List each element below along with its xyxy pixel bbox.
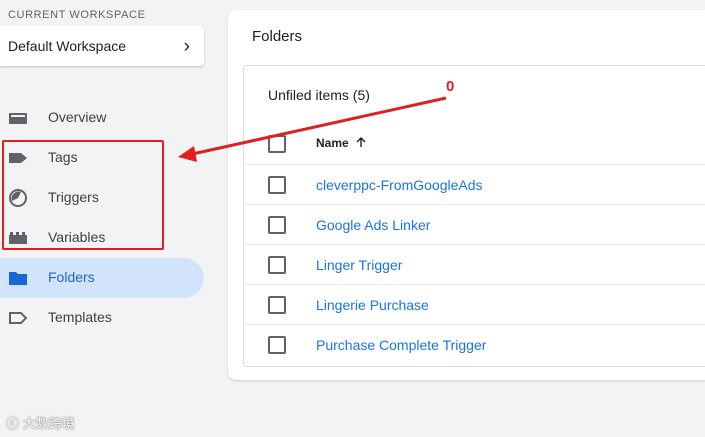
table-row: Linger Trigger: [244, 244, 705, 285]
item-link[interactable]: cleverppc-FromGoogleAds: [316, 177, 483, 193]
sidebar-item-label: Overview: [48, 109, 107, 125]
row-checkbox[interactable]: [268, 216, 286, 234]
watermark: ⓒ 大数跨境: [6, 413, 75, 432]
page-title: Folders: [252, 28, 303, 45]
item-link[interactable]: Google Ads Linker: [316, 217, 430, 233]
sidebar-item-label: Templates: [48, 309, 112, 325]
folder-card-unfiled: Unfiled items (5) Name cleverppc-FromGoo…: [243, 65, 705, 367]
sidebar-item-folders[interactable]: Folders: [0, 258, 204, 298]
main-panel: Folders Unfiled items (5) Name cleverppc…: [228, 10, 705, 380]
select-all-checkbox[interactable]: [268, 135, 286, 153]
workspace-section-label: CURRENT WORKSPACE: [8, 9, 146, 21]
row-checkbox[interactable]: [268, 256, 286, 274]
item-link[interactable]: Linger Trigger: [316, 257, 402, 273]
folder-icon: [8, 268, 28, 288]
item-link[interactable]: Purchase Complete Trigger: [316, 337, 486, 353]
watermark-logo-icon: ⓒ: [6, 416, 23, 431]
chevron-right-icon: ›: [183, 35, 190, 57]
table-row: cleverppc-FromGoogleAds: [244, 164, 705, 205]
arrow-up-icon: [356, 136, 366, 150]
workspace-name: Default Workspace: [8, 38, 127, 54]
row-checkbox[interactable]: [268, 296, 286, 314]
watermark-text: 大数跨境: [22, 416, 75, 431]
sidebar-item-label: Folders: [48, 269, 95, 285]
annotation-number: 0: [446, 78, 455, 95]
table-row: Lingerie Purchase: [244, 284, 705, 325]
row-checkbox[interactable]: [268, 176, 286, 194]
item-link[interactable]: Lingerie Purchase: [316, 297, 429, 313]
row-checkbox[interactable]: [268, 336, 286, 354]
template-icon: [8, 308, 28, 328]
folder-title: Unfiled items (5): [268, 87, 370, 103]
name-column-label: Name: [316, 136, 349, 150]
overview-icon: [8, 108, 28, 128]
sidebar-item-templates[interactable]: Templates: [0, 298, 204, 338]
sidebar: CURRENT WORKSPACE Default Workspace › Ov…: [0, 0, 215, 437]
annotation-highlight-box: [2, 140, 164, 250]
name-column-header[interactable]: Name: [316, 136, 366, 150]
workspace-selector[interactable]: Default Workspace ›: [0, 26, 204, 66]
sidebar-item-overview[interactable]: Overview: [0, 98, 204, 138]
table-row: Purchase Complete Trigger: [244, 324, 705, 365]
table-header-row: Name: [244, 124, 705, 164]
table-row: Google Ads Linker: [244, 204, 705, 245]
